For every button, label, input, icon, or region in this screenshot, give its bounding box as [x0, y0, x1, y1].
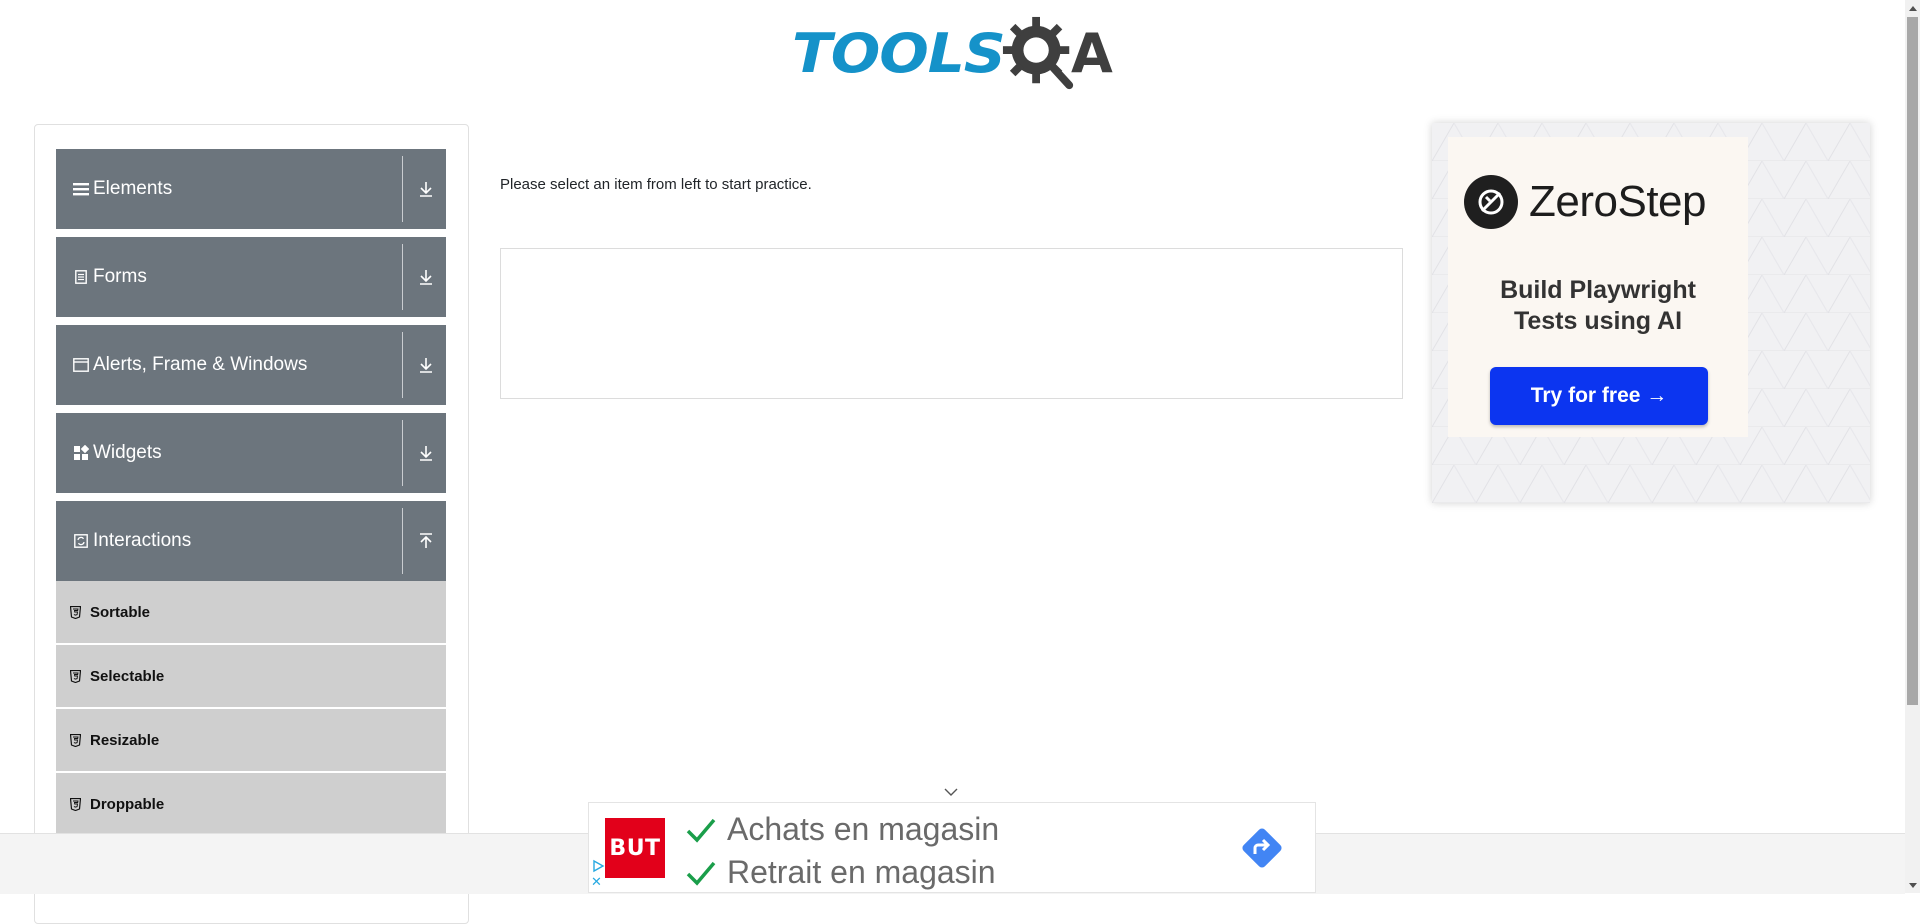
divider [402, 156, 403, 222]
html5-icon [70, 796, 84, 812]
group-interactions-label: Interactions [93, 530, 192, 551]
group-forms-header[interactable]: Forms [56, 237, 446, 317]
ad-line-2-text: Retrait en magasin [727, 854, 996, 890]
group-forms-label: Forms [93, 266, 147, 287]
menu-item-label: Droppable [90, 795, 165, 813]
hamburger-icon [73, 181, 89, 197]
upload-arrow-icon[interactable] [408, 501, 444, 581]
widgets-icon [73, 445, 89, 461]
divider [402, 420, 403, 486]
group-alerts-label: Alerts, Frame & Windows [93, 354, 308, 375]
ad-line-1: Achats en magasin [685, 811, 999, 848]
menu-item-resizable[interactable]: Resizable [56, 709, 446, 771]
download-arrow-icon[interactable] [408, 413, 444, 493]
html5-icon [70, 604, 84, 620]
menu-item-sortable[interactable]: Sortable [56, 581, 446, 643]
scrollbar-thumb[interactable] [1907, 17, 1918, 705]
download-arrow-icon[interactable] [408, 325, 444, 405]
check-icon [686, 818, 716, 843]
logo-text-a: A [1070, 22, 1113, 85]
zerostep-ad[interactable]: ZeroStep Build Playwright Tests using AI… [1432, 123, 1870, 503]
ad-tagline-line2: Tests using AI [1513, 307, 1683, 335]
download-arrow-icon[interactable] [408, 237, 444, 317]
group-widgets-header[interactable]: Widgets [56, 413, 446, 493]
interactions-icon [73, 533, 89, 549]
try-for-free-button[interactable]: Try for free → [1490, 367, 1708, 425]
close-icon[interactable]: ✕ [591, 875, 602, 889]
ad-tagline-line1: Build Playwright [1500, 276, 1696, 304]
ad-line-1-text: Achats en magasin [727, 811, 1000, 847]
divider [402, 244, 403, 310]
practice-instruction: Please select an item from left to start… [500, 176, 812, 193]
menu-item-selectable[interactable]: Selectable [56, 645, 446, 707]
scrollbar[interactable] [1905, 0, 1920, 893]
menu-item-droppable[interactable]: Droppable [56, 773, 446, 835]
menu-item-label: Selectable [90, 667, 165, 685]
but-logo[interactable]: BUT [605, 818, 665, 878]
menu-item-label: Sortable [90, 603, 151, 621]
ad-card: ZeroStep Build Playwright Tests using AI… [1448, 137, 1748, 437]
toolsqa-logo[interactable]: TOOLS A [792, 14, 1114, 94]
group-elements-header[interactable]: Elements [56, 149, 446, 229]
group-elements-label: Elements [93, 178, 173, 199]
practice-area [500, 248, 1403, 399]
ad-line-2: Retrait en magasin [685, 854, 996, 891]
check-icon [686, 861, 716, 886]
adchoices-icon[interactable] [591, 859, 605, 873]
gear-magnifier-icon [1002, 16, 1074, 90]
menu-item-label: Resizable [90, 731, 160, 749]
group-interactions-header[interactable]: Interactions [56, 501, 446, 581]
directions-icon[interactable] [1237, 823, 1287, 873]
scroll-up-arrow-icon[interactable] [1905, 0, 1920, 15]
html5-icon [70, 668, 84, 684]
zerostep-name: ZeroStep [1529, 177, 1706, 226]
html5-icon [70, 732, 84, 748]
document-icon [73, 269, 89, 285]
zerostep-brand: ZeroStep [1464, 175, 1706, 229]
group-widgets-label: Widgets [93, 442, 162, 463]
download-arrow-icon[interactable] [408, 149, 444, 229]
group-alerts-header[interactable]: Alerts, Frame & Windows [56, 325, 446, 405]
ad-tagline: Build Playwright Tests using AI [1448, 275, 1748, 337]
logo-text-tools: TOOLS [792, 22, 1006, 85]
divider [402, 332, 403, 398]
zerostep-logo-icon [1464, 175, 1518, 229]
chevron-down-icon[interactable] [942, 786, 960, 798]
but-banner-ad[interactable]: BUT Achats en magasin Retrait en magasin… [588, 802, 1316, 893]
divider [402, 508, 403, 574]
interactions-menu-list: Sortable Selectable Resizable Droppable [56, 581, 446, 837]
window-icon [73, 357, 89, 373]
scroll-down-arrow-icon[interactable] [1905, 878, 1920, 893]
